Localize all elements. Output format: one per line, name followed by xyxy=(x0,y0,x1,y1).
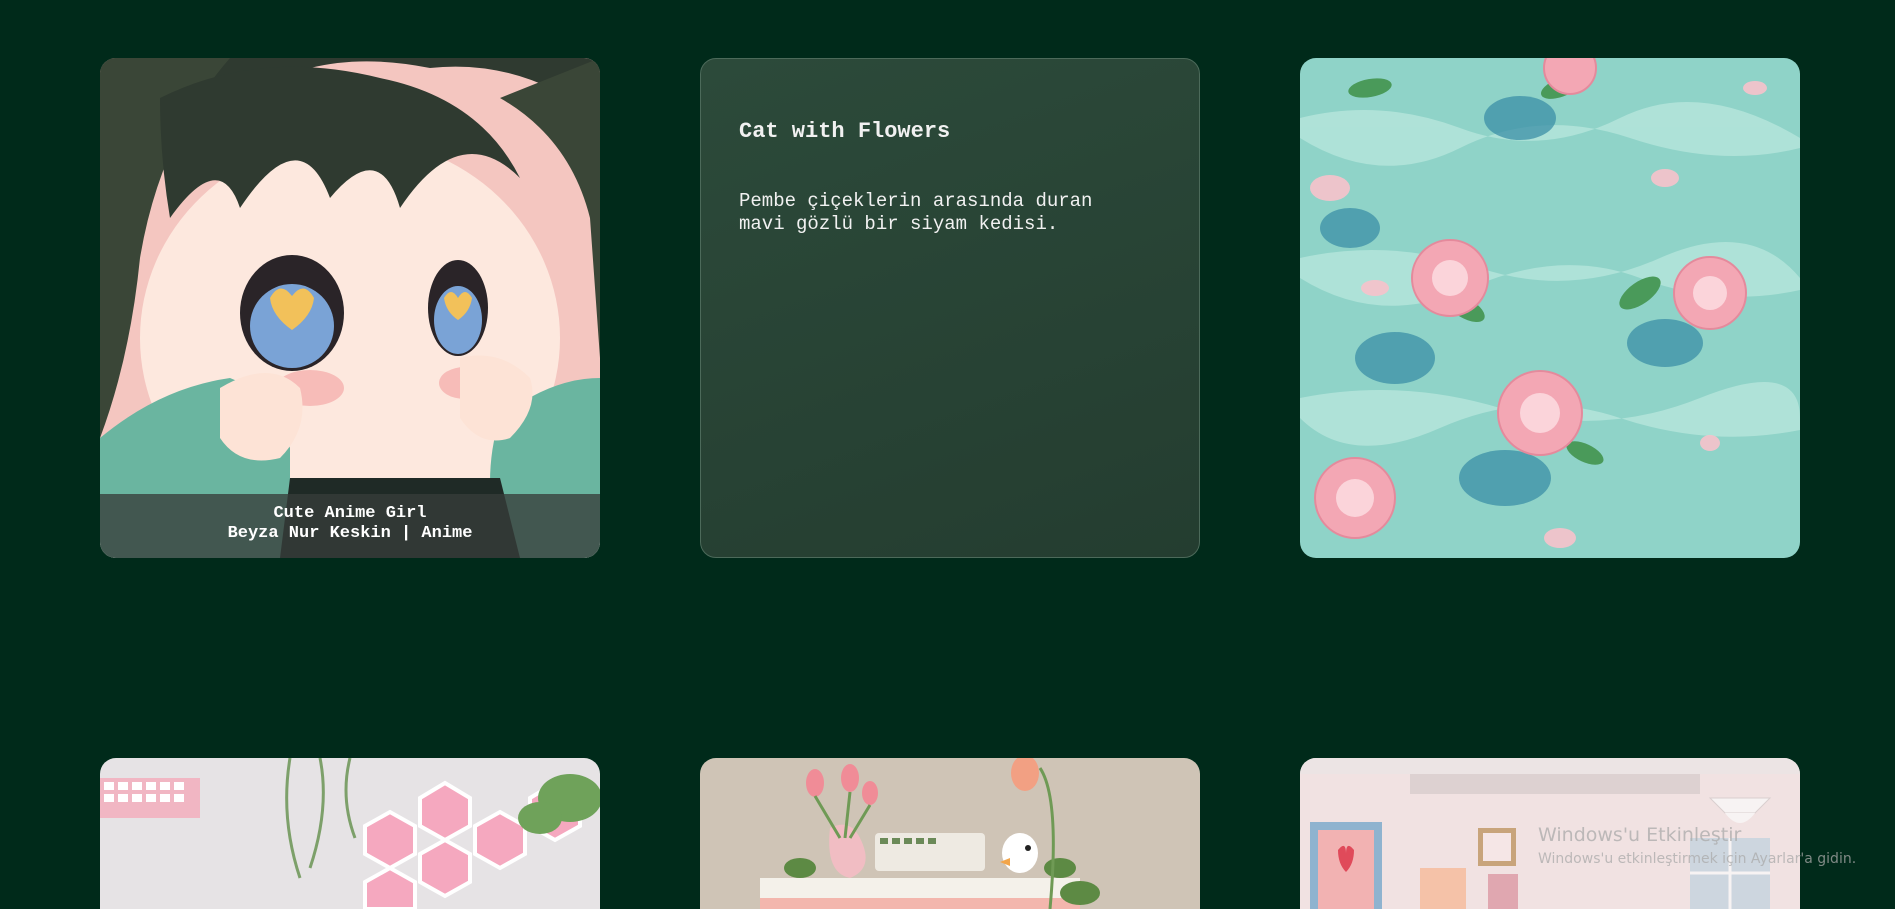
roses-water-image xyxy=(1300,58,1800,558)
caption-title: Cute Anime Girl xyxy=(273,504,427,523)
card-description-line2: mavi gözlü bir siyam kedisi. xyxy=(739,213,1059,235)
windows-activation-watermark: Windows'u Etkinleştir Windows'u etkinleş… xyxy=(1538,823,1856,869)
card-description: Pembe çiçeklerin arasında duran mavi göz… xyxy=(739,190,1161,236)
anime-girl-image xyxy=(100,58,600,558)
caption-subtitle: Beyza Nur Keskin | Anime xyxy=(227,524,473,543)
roses-water-card[interactable] xyxy=(1300,58,1800,558)
anime-girl-card[interactable]: Cute Anime Girl Beyza Nur Keskin | Anime xyxy=(100,58,600,558)
watermark-title: Windows'u Etkinleştir xyxy=(1538,824,1742,846)
card-description-line1: Pembe çiçeklerin arasında duran xyxy=(739,190,1093,212)
cat-with-flowers-card[interactable]: Cat with Flowers Pembe çiçeklerin arasın… xyxy=(700,58,1200,558)
pink-desk-image xyxy=(100,758,600,909)
image-caption: Cute Anime Girl Beyza Nur Keskin | Anime xyxy=(100,494,600,558)
pink-desk-card[interactable] xyxy=(100,758,600,909)
tulip-desk-card[interactable] xyxy=(700,758,1200,909)
gallery-page: Cute Anime Girl Beyza Nur Keskin | Anime… xyxy=(0,0,1895,909)
card-title: Cat with Flowers xyxy=(739,119,951,144)
tulip-desk-image xyxy=(700,758,1200,909)
watermark-subtitle: Windows'u etkinleştirmek için Ayarlar'a … xyxy=(1538,851,1857,867)
